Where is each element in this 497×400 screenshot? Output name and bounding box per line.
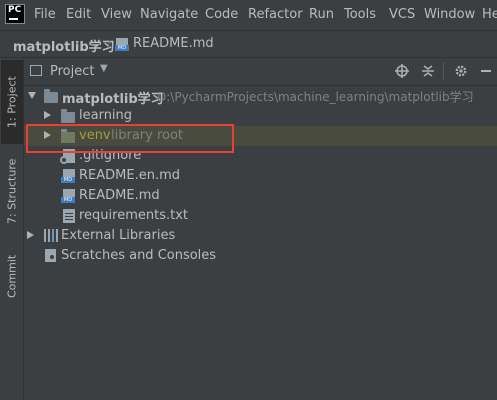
tree-item-label: README.en.md [79,168,180,183]
markdown-file-icon: MD [61,189,75,203]
tree-item-external-libraries[interactable]: External Libraries [24,226,497,246]
menu-vcs[interactable]: VCS [389,7,415,22]
gear-icon[interactable] [454,64,468,78]
menu-view[interactable]: View [101,7,132,22]
minimize-icon[interactable] [479,64,493,78]
root-name: matplotlib学习 [62,92,164,107]
libraries-icon [44,229,58,242]
tree-item-label: Scratches and Consoles [61,248,217,263]
tab-structure-label: 7: Structure [5,158,19,224]
tree-root[interactable]: matplotlib学习 D:\PycharmProjects\machine_… [24,86,497,107]
text-file-icon [63,209,75,223]
tree-item-scratches[interactable]: Scratches and Consoles [24,246,497,266]
menu-tools[interactable]: Tools [344,7,376,22]
menu-bar: PC File Edit View Navigate Code Refactor… [0,0,497,30]
tab-project[interactable]: 1: Project [1,60,23,144]
menu-help[interactable]: He [482,7,497,22]
scratches-icon [45,249,56,262]
folder-icon [44,89,58,103]
breadcrumb-project[interactable]: matplotlib学习 [13,36,115,55]
collapsed-arrow-icon[interactable] [27,231,34,239]
tree-item-label: External Libraries [61,228,176,243]
menu-run[interactable]: Run [309,7,334,22]
highlight-box [26,124,234,153]
project-view-icon [30,65,42,76]
menu-edit[interactable]: Edit [66,7,91,22]
folder-icon [61,109,75,123]
tree-item-readme[interactable]: MD README.md [24,186,497,206]
chevron-down-icon[interactable]: ▼ [100,63,108,74]
tree-item-label: requirements.txt [79,208,189,223]
tree-item-label: README.md [79,188,160,203]
expanded-arrow-icon[interactable] [28,92,36,99]
markdown-file-icon: MD [115,38,129,51]
project-panel-header: Project ▼ [24,58,497,86]
tree-item-learning[interactable]: learning [24,106,497,126]
menu-navigate[interactable]: Navigate [140,7,198,22]
menu-window[interactable]: Window [424,7,475,22]
left-tool-strip: 1: Project 7: Structure Commit [0,58,24,400]
tab-project-label: 1: Project [5,76,19,128]
header-divider [443,62,444,80]
breadcrumb: matplotlib学习 › MD README.md [0,30,497,58]
locate-icon[interactable] [395,64,409,78]
tab-commit-label: Commit [5,254,19,298]
tree-item-readme-en[interactable]: MD README.en.md [24,166,497,186]
menu-file[interactable]: File [34,7,56,22]
breadcrumb-file[interactable]: README.md [133,36,214,51]
panel-title[interactable]: Project [50,64,94,79]
tab-commit[interactable]: Commit [1,246,23,306]
tree-item-requirements[interactable]: requirements.txt [24,206,497,226]
root-path: D:\PycharmProjects\machine_learning\matp… [157,90,474,104]
menu-code[interactable]: Code [205,7,238,22]
collapsed-arrow-icon[interactable] [44,111,51,119]
collapse-all-icon[interactable] [421,64,435,78]
markdown-file-icon: MD [61,169,75,183]
breadcrumb-separator-icon: › [107,35,112,49]
pycharm-logo-icon: PC [5,4,25,24]
tab-structure[interactable]: 7: Structure [1,150,23,232]
menu-refactor[interactable]: Refactor [248,7,303,22]
tree-item-label: learning [79,108,133,123]
